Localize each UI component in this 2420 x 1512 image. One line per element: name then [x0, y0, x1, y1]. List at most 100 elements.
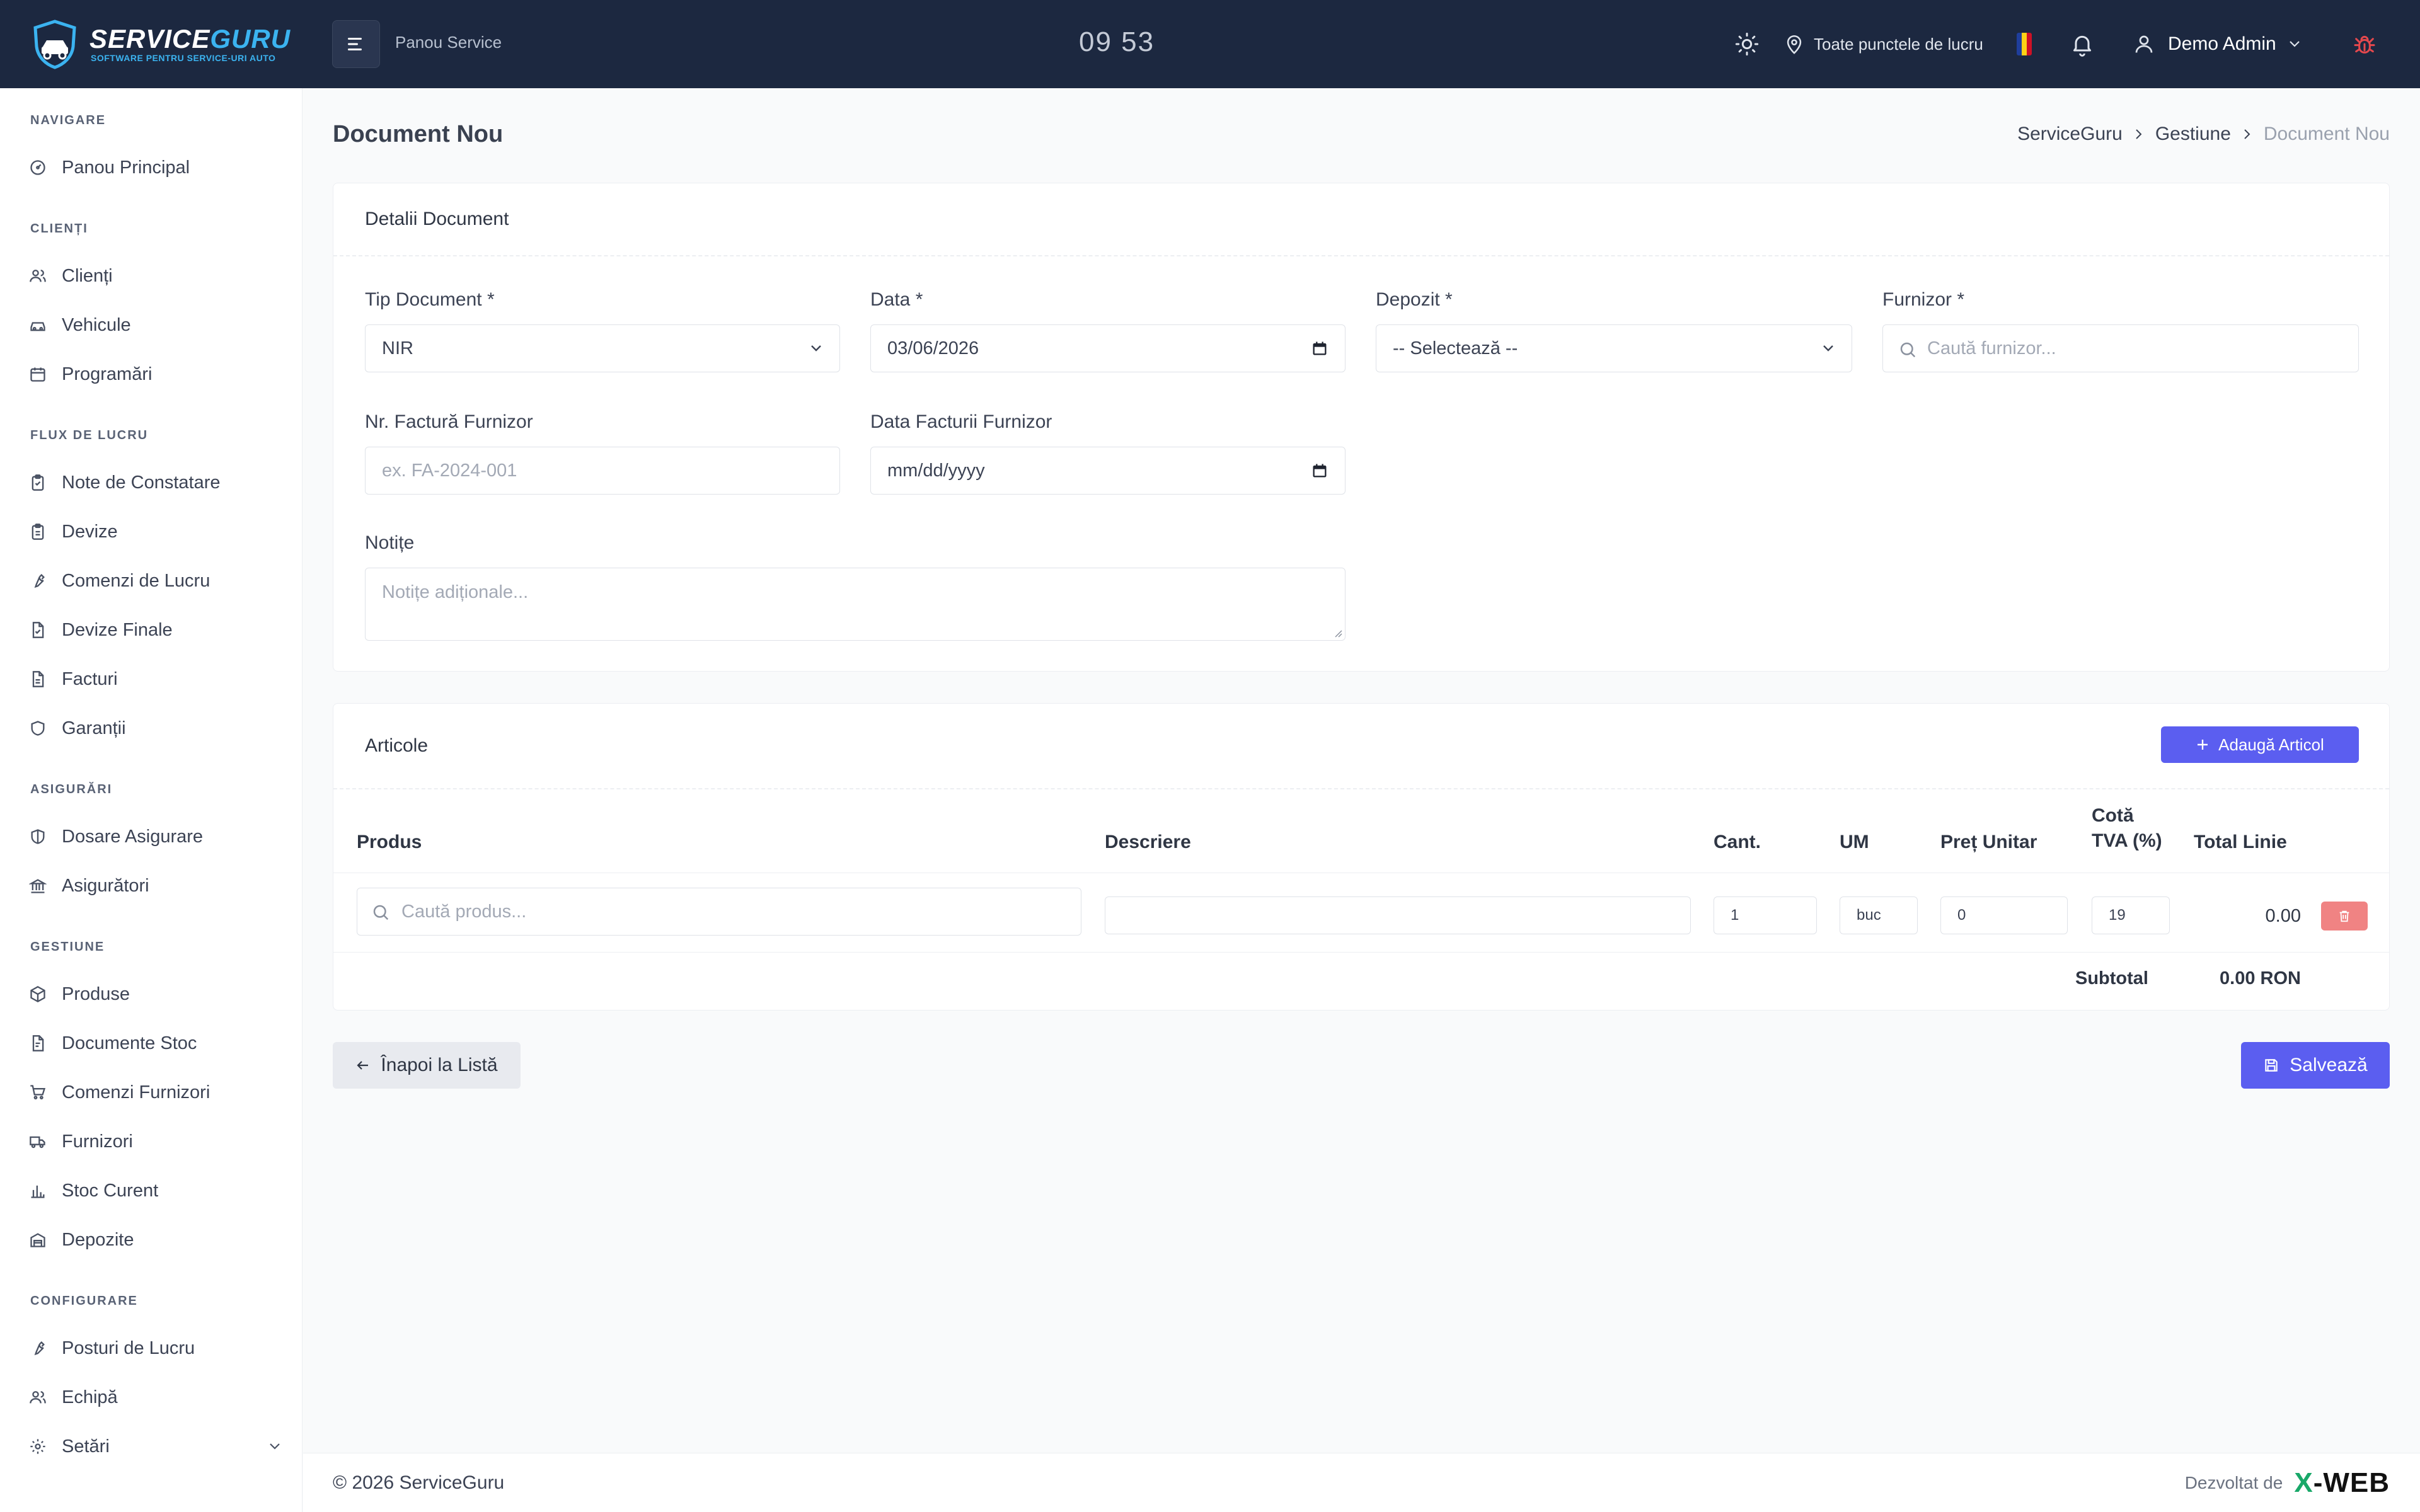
sidebar-item-documente-stoc[interactable]: Documente Stoc: [29, 1026, 281, 1061]
depozit-select[interactable]: -- Selectează --: [1376, 324, 1852, 372]
debug-button[interactable]: [2349, 29, 2380, 59]
chevron-down-icon: [1823, 345, 1833, 352]
sidebar-item-programari[interactable]: Programări: [29, 357, 281, 392]
card-title: Detalii Document: [333, 183, 2389, 256]
breadcrumb-link-home[interactable]: ServiceGuru: [2017, 123, 2123, 145]
sidebar-item-panou-principal[interactable]: Panou Principal: [29, 150, 281, 185]
sidebar-item-label: Garanții: [62, 718, 126, 738]
sidebar-item-garantii[interactable]: Garanții: [29, 711, 281, 746]
developed-by-label: Dezvoltat de: [2184, 1473, 2283, 1492]
back-to-list-button[interactable]: Înapoi la Listă: [333, 1042, 521, 1089]
tip-document-value: NIR: [382, 338, 413, 358]
copyright: © 2026 ServiceGuru: [333, 1472, 505, 1493]
sidebar-item-stoc-curent[interactable]: Stoc Curent: [29, 1173, 281, 1208]
notifications-button[interactable]: [2067, 29, 2097, 59]
pret-unitar-input[interactable]: 0: [1940, 896, 2068, 934]
data-factura-date-input[interactable]: mm/dd/yyyy: [870, 447, 1345, 495]
shield-icon: [31, 721, 45, 736]
sidebar-item-label: Documente Stoc: [62, 1033, 197, 1053]
nr-factura-placeholder: ex. FA-2024-001: [382, 460, 517, 481]
sidebar-item-comenzi-de-lucru[interactable]: Comenzi de Lucru: [29, 563, 281, 598]
shield-car-logo-icon: [33, 20, 76, 69]
notite-placeholder: Notițe adiționale...: [382, 582, 529, 602]
bell-icon: [2073, 35, 2091, 57]
sidebar-item-posturi-de-lucru[interactable]: Posturi de Lucru: [29, 1331, 281, 1366]
um-input[interactable]: buc: [1840, 896, 1918, 934]
logo-wordmark: SERVICEGURU: [89, 24, 291, 54]
flag-stripe-red: [2027, 33, 2032, 55]
sidebar-item-comenzi-furnizori[interactable]: Comenzi Furnizori: [29, 1075, 281, 1110]
produs-search-input[interactable]: Caută produs...: [357, 888, 1081, 936]
calendar-icon: [30, 367, 45, 382]
cant-input[interactable]: 1: [1714, 896, 1817, 934]
breadcrumb-current: Document Nou: [2263, 123, 2390, 144]
nr-factura-input[interactable]: ex. FA-2024-001: [365, 447, 840, 495]
data-value: 03/06/2026: [887, 338, 979, 358]
wrench-icon: [34, 1341, 45, 1356]
theme-toggle-button[interactable]: [1732, 29, 1762, 59]
users-icon: [30, 270, 46, 282]
tip-document-select[interactable]: NIR: [365, 324, 840, 372]
menu-toggle-button[interactable]: [332, 20, 380, 68]
depozit-value: -- Selectează --: [1393, 338, 1518, 358]
furnizor-search-input[interactable]: Caută furnizor...: [1882, 324, 2359, 372]
sidebar-item-label: Stoc Curent: [62, 1180, 159, 1201]
descriere-input[interactable]: [1105, 896, 1691, 934]
sidebar-item-depozite[interactable]: Depozite: [29, 1222, 281, 1257]
shield-half-icon: [31, 829, 45, 844]
chevron-down-icon: [811, 345, 821, 352]
notite-label: Notițe: [365, 532, 415, 553]
logo-tagline: SOFTWARE PENTRU SERVICE-URI AUTO: [91, 53, 276, 63]
arrow-left-icon: [357, 1061, 369, 1070]
sidebar-item-vehicule[interactable]: Vehicule: [29, 307, 281, 343]
col-produs: Produs: [357, 832, 422, 852]
trash-icon: [2339, 910, 2349, 922]
search-icon: [373, 905, 389, 920]
sidebar-item-facturi[interactable]: Facturi: [29, 662, 281, 697]
sidebar-item-label: Comenzi de Lucru: [62, 570, 210, 591]
resize-handle-icon[interactable]: [1332, 627, 1342, 638]
bar-chart-icon: [31, 1185, 45, 1198]
col-cant: Cant.: [1714, 832, 1761, 852]
sidebar-item-echipa[interactable]: Echipă: [29, 1380, 281, 1415]
back-label: Înapoi la Listă: [381, 1055, 498, 1075]
location-selector[interactable]: Toate punctele de lucru: [1783, 26, 1983, 62]
delete-row-button[interactable]: [2321, 902, 2368, 931]
sidebar-item-asiguratori[interactable]: Asigurători: [29, 868, 281, 903]
wrench-icon: [34, 574, 45, 588]
col-um: UM: [1840, 832, 1869, 852]
sidebar-item-clienti[interactable]: Clienți: [29, 258, 281, 294]
sidebar-item-label: Echipă: [62, 1387, 118, 1407]
sidebar-item-produse[interactable]: Produse: [29, 976, 281, 1012]
file-text-icon: [32, 671, 44, 687]
notite-textarea[interactable]: Notițe adiționale...: [365, 568, 1345, 641]
col-descriere: Descriere: [1105, 832, 1191, 852]
data-label: Data *: [870, 289, 923, 310]
save-button[interactable]: Salvează: [2241, 1042, 2390, 1089]
col-cota-line2: TVA (%): [2092, 830, 2162, 851]
app-logo[interactable]: SERVICEGURU SOFTWARE PENTRU SERVICE-URI …: [29, 19, 290, 69]
sidebar-item-furnizori[interactable]: Furnizori: [29, 1124, 281, 1159]
menu-icon: [348, 38, 362, 50]
breadcrumb-link-gestiune[interactable]: Gestiune: [2155, 123, 2231, 145]
top-header: SERVICEGURU SOFTWARE PENTRU SERVICE-URI …: [0, 0, 2420, 88]
sidebar-item-setari[interactable]: Setări: [29, 1429, 281, 1464]
chevron-right-icon: [2136, 129, 2142, 139]
sidebar-item-devize-finale[interactable]: Devize Finale: [29, 612, 281, 648]
add-article-button[interactable]: Adaugă Articol: [2161, 726, 2359, 763]
developer-credit[interactable]: Dezvoltat de X-WEB: [2185, 1467, 2390, 1499]
car-icon: [30, 322, 45, 331]
cant-value: 1: [1731, 907, 1739, 924]
tva-input[interactable]: 19: [2092, 896, 2170, 934]
data-date-input[interactable]: 03/06/2026: [870, 324, 1345, 372]
col-cota-line1: Cotă: [2092, 805, 2134, 826]
sun-icon: [1735, 32, 1759, 56]
sidebar-item-dosare-asigurare[interactable]: Dosare Asigurare: [29, 819, 281, 854]
furnizor-label: Furnizor *: [1882, 289, 1965, 310]
sidebar-section-flux-de-lucru: FLUX DE LUCRU: [30, 428, 149, 442]
user-menu[interactable]: Demo Admin: [2133, 26, 2300, 62]
language-flag-icon[interactable]: [2017, 33, 2032, 55]
flag-stripe-yellow: [2022, 33, 2027, 55]
sidebar-item-devize[interactable]: Devize: [29, 514, 281, 549]
sidebar-item-note-de-constatare[interactable]: Note de Constatare: [29, 465, 281, 500]
